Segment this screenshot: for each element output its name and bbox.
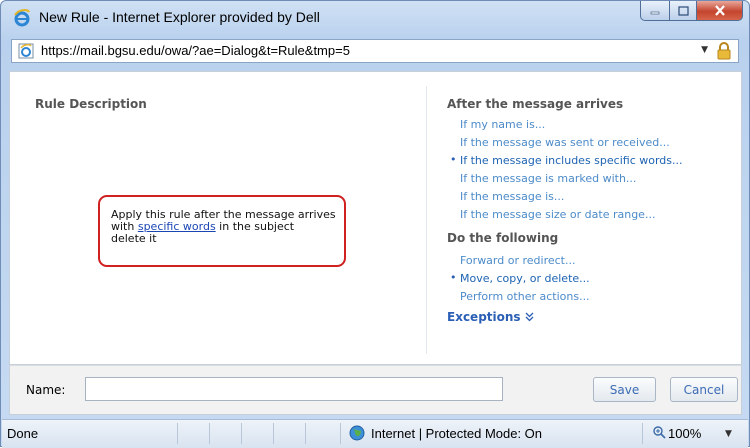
option-includes-specific-words[interactable]: If the message includes specific words..… [460,154,683,167]
status-separator [177,423,178,444]
status-separator [642,423,643,444]
status-text: Done [7,426,39,441]
close-button[interactable] [697,1,743,21]
address-url: https://mail.bgsu.edu/owa/?ae=Dialog&t=R… [41,43,350,58]
window-title: New Rule - Internet Explorer provided by… [39,9,320,25]
after-arrives-title: After the message arrives [447,97,624,111]
security-zone-text[interactable]: Internet | Protected Mode: On [371,426,542,441]
status-separator [209,423,210,444]
selected-bullet: • [450,271,457,284]
close-icon [714,5,725,16]
panel-divider [426,86,427,354]
globe-icon [349,425,365,441]
option-size-or-date-range[interactable]: If the message size or date range... [460,208,655,221]
browser-window: New Rule - Internet Explorer provided by… [0,0,750,448]
rule-name-input[interactable] [85,377,503,401]
status-separator [305,423,306,444]
lock-icon[interactable] [717,42,731,60]
page-icon [18,43,34,59]
maximize-button[interactable] [670,1,697,21]
status-bar: Done Internet | Protected Mode: On 100% … [2,419,748,448]
rule-dialog-content: Rule Description Apply this rule after t… [9,71,742,365]
exceptions-link[interactable]: Exceptions [447,310,534,324]
rule-line-3: delete it [111,232,157,245]
cancel-button[interactable]: Cancel [670,377,738,402]
option-if-my-name-is[interactable]: If my name is... [460,118,545,131]
option-perform-other-actions[interactable]: Perform other actions... [460,290,590,303]
do-following-title: Do the following [447,231,559,245]
double-chevron-down-icon [525,312,534,322]
window-controls [640,1,743,23]
minimize-button[interactable] [640,1,670,21]
save-button[interactable]: Save [593,377,656,402]
option-sent-or-received[interactable]: If the message was sent or received... [460,136,670,149]
zoom-level[interactable]: 100% [668,426,701,441]
minimize-icon [650,11,660,14]
dialog-footer: Name: Save Cancel [9,365,742,415]
rule-description-title: Rule Description [35,97,147,111]
internet-explorer-icon [14,9,30,27]
title-bar[interactable]: New Rule - Internet Explorer provided by… [1,1,749,39]
address-bar[interactable]: https://mail.bgsu.edu/owa/?ae=Dialog&t=R… [11,39,739,63]
status-separator [241,423,242,444]
status-separator [273,423,274,444]
option-forward-or-redirect[interactable]: Forward or redirect... [460,254,575,267]
status-separator [340,423,341,444]
option-message-is[interactable]: If the message is... [460,190,564,203]
rule-description-text: Apply this rule after the message arrive… [111,209,336,245]
rule-line-2-suffix: in the subject [215,220,295,233]
exceptions-label: Exceptions [447,310,521,324]
zoom-icon [653,426,666,439]
selected-bullet: • [450,153,457,166]
option-move-copy-delete[interactable]: Move, copy, or delete... [460,272,590,285]
option-marked-with[interactable]: If the message is marked with... [460,172,636,185]
zoom-dropdown-icon[interactable]: ▼ [725,429,732,439]
name-label: Name: [26,383,66,397]
address-dropdown-icon[interactable]: ▼ [701,45,708,55]
maximize-icon [677,5,689,16]
